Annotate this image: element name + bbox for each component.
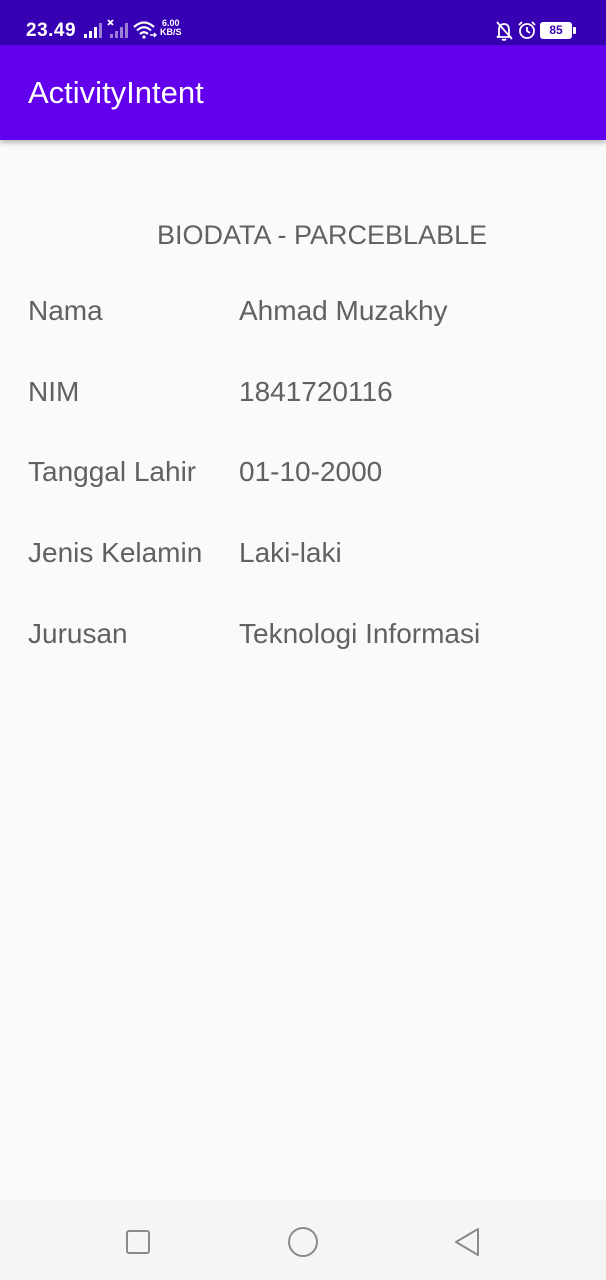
signal-icon (84, 23, 102, 38)
app-bar: ActivityIntent (0, 45, 606, 140)
battery-level: 85 (549, 23, 563, 37)
row-value: 01-10-2000 (239, 456, 383, 487)
biodata-heading: BIODATA - PARCEBLABLE (157, 220, 488, 250)
battery-indicator: 85 (540, 22, 572, 39)
biodata-row-tanggal-lahir: Tanggal Lahir 01-10-2000 (0, 456, 606, 496)
row-value: Laki-laki (239, 537, 342, 568)
row-value: Ahmad Muzakhy (239, 295, 448, 326)
circle-icon[interactable] (283, 1222, 323, 1262)
row-label: Jurusan (28, 618, 128, 649)
net-speed: 6.00 KB/S (160, 19, 182, 37)
battery-tip (573, 27, 576, 34)
app-title: ActivityIntent (28, 75, 204, 110)
row-label: Tanggal Lahir (28, 456, 197, 487)
biodata-row-jenis-kelamin: Jenis Kelamin Laki-laki (0, 537, 606, 577)
biodata-row-nama: Nama Ahmad Muzakhy (0, 295, 606, 335)
biodata-row-nim: NIM 1841720116 (0, 376, 606, 416)
row-label: Nama (28, 295, 103, 326)
row-label: NIM (28, 376, 80, 407)
alarm-icon (518, 21, 536, 39)
square-icon[interactable] (118, 1222, 158, 1262)
biodata-row-jurusan: Jurusan Teknologi Informasi (0, 618, 606, 658)
no-signal-icon (107, 19, 128, 38)
triangle-back-icon[interactable] (448, 1222, 488, 1262)
navigation-bar (0, 1200, 606, 1280)
status-time: 23.49 (26, 20, 77, 41)
status-icons-right (496, 21, 536, 41)
row-label: Jenis Kelamin (28, 537, 203, 568)
status-bar: 23.49 6.00 KB/S 85 (0, 0, 606, 45)
row-value: 1841720116 (239, 376, 393, 407)
wifi-icon (133, 21, 157, 39)
bell-off-icon (496, 21, 513, 41)
row-value: Teknologi Informasi (239, 618, 481, 649)
net-speed-unit: KB/S (160, 27, 182, 37)
